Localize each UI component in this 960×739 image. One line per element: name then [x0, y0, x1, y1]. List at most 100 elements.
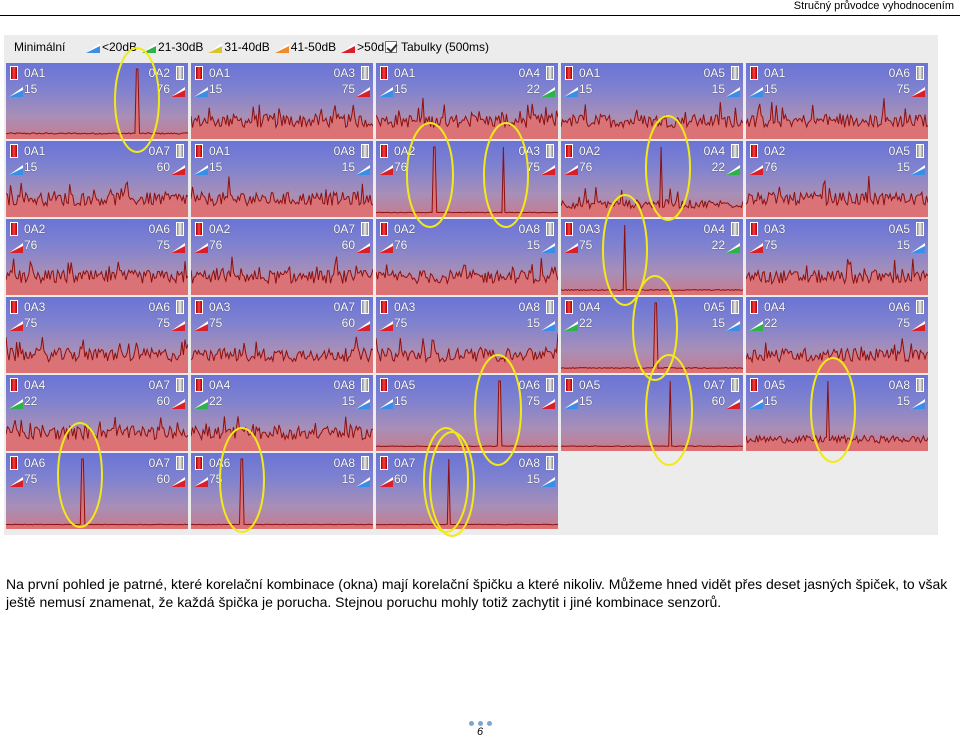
correlation-tile[interactable]: 0A6 0A8 75 15 — [191, 453, 373, 529]
sensor-b-battery-icon — [176, 300, 184, 314]
correlation-tile[interactable]: 0A2 0A4 76 22 — [561, 141, 743, 217]
correlation-tile[interactable]: 0A1 0A8 15 15 — [191, 141, 373, 217]
correlation-tile[interactable]: 0A1 0A5 15 15 — [561, 63, 743, 139]
sensor-a-battery-icon — [10, 144, 18, 158]
correlation-tile[interactable]: 0A4 0A8 22 15 — [191, 375, 373, 451]
tables-checkbox[interactable] — [385, 41, 397, 53]
sensor-a-level: 15 — [209, 82, 223, 96]
tables-toggle[interactable]: Tabulky (500ms) — [385, 40, 489, 54]
sensor-b-battery-icon — [916, 66, 924, 80]
sensor-a-level-icon — [564, 162, 578, 175]
sensor-a-label: 0A2 — [209, 222, 231, 236]
sensor-a-battery-icon — [565, 222, 573, 236]
sensor-a-label: 0A3 — [24, 300, 46, 314]
sensor-b-level: 15 — [526, 238, 540, 252]
correlation-tile[interactable]: 0A4 0A7 22 60 — [6, 375, 188, 451]
sensor-b-level: 15 — [711, 82, 725, 96]
mode-label[interactable]: Minimální — [14, 40, 65, 54]
correlation-tile[interactable]: 0A3 0A8 75 15 — [376, 297, 558, 373]
sensor-b-battery-icon — [176, 456, 184, 470]
sensor-b-level: 75 — [341, 82, 355, 96]
correlation-area — [746, 176, 928, 217]
sensor-b-level: 60 — [156, 394, 170, 408]
toolbar: Minimální <20dB 21-30dB 31-40dB 41-50dB >50d… — [4, 35, 938, 59]
correlation-tile[interactable]: 0A4 0A5 22 15 — [561, 297, 743, 373]
sensor-b-level: 15 — [341, 472, 355, 486]
correlation-tile[interactable]: 0A3 0A4 75 22 — [561, 219, 743, 295]
tables-checkbox-label: Tabulky (500ms) — [401, 40, 490, 54]
sensor-a-level-icon — [564, 240, 578, 253]
sensor-b-label: 0A7 — [333, 222, 355, 236]
correlation-tile[interactable]: 0A3 0A7 75 60 — [191, 297, 373, 373]
correlation-window: Minimální <20dB 21-30dB 31-40dB 41-50dB >50d… — [4, 35, 938, 535]
correlation-tile[interactable]: 0A5 0A7 15 60 — [561, 375, 743, 451]
correlation-tile[interactable]: 0A1 0A7 15 60 — [6, 141, 188, 217]
sensor-a-label: 0A5 — [394, 378, 416, 392]
sensor-a-level: 75 — [764, 238, 778, 252]
sensor-b-label: 0A3 — [518, 144, 540, 158]
correlation-area — [561, 102, 743, 139]
sensor-a-level-icon — [379, 162, 393, 175]
sensor-a-level-icon — [749, 396, 763, 409]
sensor-a-level: 75 — [24, 472, 38, 486]
sensor-a-level: 76 — [579, 160, 593, 174]
correlation-tile[interactable]: 0A1 0A2 15 76 — [6, 63, 188, 139]
sensor-b-level-icon — [541, 162, 555, 175]
sensor-b-level-icon — [356, 318, 370, 331]
sensor-b-label: 0A7 — [333, 300, 355, 314]
sensor-b-battery-icon — [176, 144, 184, 158]
db-legend: <20dB 21-30dB 31-40dB 41-50dB >50dB — [86, 40, 394, 54]
correlation-tile[interactable]: 0A1 0A3 15 75 — [191, 63, 373, 139]
legend-item: <20dB — [86, 40, 137, 54]
sensor-b-label: 0A6 — [148, 300, 170, 314]
sensor-a-level: 76 — [24, 238, 38, 252]
sensor-a-level-icon — [379, 396, 393, 409]
sensor-b-level-icon — [541, 318, 555, 331]
correlation-tile[interactable]: 0A2 0A8 76 15 — [376, 219, 558, 295]
sensor-b-level: 60 — [156, 160, 170, 174]
sensor-b-level-icon — [171, 84, 185, 97]
sensor-b-level-icon — [726, 318, 740, 331]
sensor-a-battery-icon — [565, 144, 573, 158]
sensor-b-battery-icon — [546, 378, 554, 392]
sensor-a-level-icon — [379, 318, 393, 331]
sensor-b-label: 0A8 — [333, 456, 355, 470]
sensor-b-level: 22 — [711, 238, 725, 252]
sensor-b-label: 0A5 — [888, 222, 910, 236]
correlation-tile[interactable]: 0A2 0A5 76 15 — [746, 141, 928, 217]
correlation-area — [376, 333, 558, 373]
correlation-tile[interactable]: 0A1 0A6 15 75 — [746, 63, 928, 139]
sensor-a-level-icon — [564, 84, 578, 97]
sensor-a-level-icon — [9, 84, 23, 97]
sensor-b-battery-icon — [731, 66, 739, 80]
correlation-tile[interactable]: 0A1 0A4 15 22 — [376, 63, 558, 139]
correlation-tile[interactable]: 0A2 0A3 76 75 — [376, 141, 558, 217]
correlation-tile[interactable]: 0A3 0A5 75 15 — [746, 219, 928, 295]
sensor-b-battery-icon — [731, 300, 739, 314]
correlation-tile[interactable]: 0A5 0A8 15 15 — [746, 375, 928, 451]
sensor-a-level: 75 — [24, 316, 38, 330]
sensor-a-label: 0A6 — [24, 456, 46, 470]
correlation-area — [191, 256, 373, 295]
sensor-a-level-icon — [564, 318, 578, 331]
correlation-tile[interactable]: 0A2 0A6 76 75 — [6, 219, 188, 295]
sensor-b-level: 75 — [156, 316, 170, 330]
correlation-tile[interactable]: 0A2 0A7 76 60 — [191, 219, 373, 295]
correlation-area — [746, 258, 928, 295]
sensor-a-label: 0A6 — [209, 456, 231, 470]
correlation-tile[interactable]: 0A4 0A6 22 75 — [746, 297, 928, 373]
sensor-a-level-icon — [379, 474, 393, 487]
legend-item: 41-50dB — [274, 40, 336, 54]
sensor-a-level: 15 — [24, 160, 38, 174]
sensor-b-level-icon — [541, 84, 555, 97]
level-triangle-icon — [274, 42, 289, 53]
correlation-tile[interactable]: 0A7 0A8 60 15 — [376, 453, 558, 529]
sensor-a-level: 22 — [24, 394, 38, 408]
sensor-a-battery-icon — [750, 222, 758, 236]
correlation-tile[interactable]: 0A6 0A7 75 60 — [6, 453, 188, 529]
sensor-a-level-icon — [194, 84, 208, 97]
sensor-a-label: 0A4 — [24, 378, 46, 392]
sensor-b-level-icon — [171, 162, 185, 175]
correlation-tile[interactable]: 0A3 0A6 75 75 — [6, 297, 188, 373]
correlation-tile[interactable]: 0A5 0A6 15 75 — [376, 375, 558, 451]
